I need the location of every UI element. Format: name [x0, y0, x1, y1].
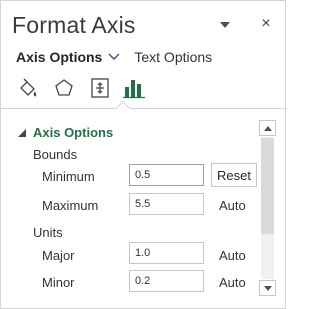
close-icon[interactable]: × [257, 15, 275, 33]
major-auto-label: Auto [219, 248, 246, 263]
pentagon-icon[interactable] [51, 75, 77, 101]
scroll-thumb[interactable] [261, 138, 274, 234]
maximum-field[interactable] [129, 193, 204, 215]
bar-chart-icon[interactable] [121, 75, 147, 101]
axis-options-tab[interactable]: Axis Options [16, 49, 102, 65]
vertical-scrollbar[interactable] [259, 120, 276, 298]
reset-button[interactable]: Reset [211, 163, 257, 187]
options-tabs: Axis Options Text Options [16, 49, 212, 65]
category-icon-row [13, 75, 153, 105]
task-pane-options-icon[interactable] [217, 17, 233, 33]
major-label: Major [42, 248, 75, 263]
axis-options-section-header[interactable]: Axis Options [17, 125, 113, 140]
minor-label: Minor [42, 275, 75, 290]
paint-bucket-icon[interactable] [15, 75, 41, 101]
options-scroll-area: Axis Options Bounds Minimum Reset Maximu… [1, 117, 287, 309]
format-axis-pane: Format Axis × Axis Options Text Options [0, 0, 287, 309]
bounds-group-label: Bounds [33, 147, 78, 162]
pane-title: Format Axis [12, 12, 136, 38]
maximum-label: Maximum [42, 198, 99, 213]
size-properties-icon[interactable] [87, 75, 113, 101]
minor-field[interactable] [129, 270, 204, 292]
chevron-down-icon[interactable] [108, 50, 122, 64]
text-options-tab[interactable]: Text Options [134, 49, 212, 65]
category-divider [1, 108, 287, 109]
section-title: Axis Options [33, 125, 114, 140]
minor-auto-label: Auto [219, 275, 246, 290]
minimum-field[interactable] [129, 164, 204, 186]
maximum-auto-label: Auto [219, 198, 246, 213]
major-field[interactable] [129, 242, 204, 264]
minimum-label: Minimum [42, 169, 95, 184]
scroll-up-icon[interactable] [259, 120, 276, 136]
scroll-down-icon[interactable] [259, 280, 276, 296]
units-group-label: Units [33, 225, 63, 240]
collapse-triangle-icon [18, 128, 26, 137]
